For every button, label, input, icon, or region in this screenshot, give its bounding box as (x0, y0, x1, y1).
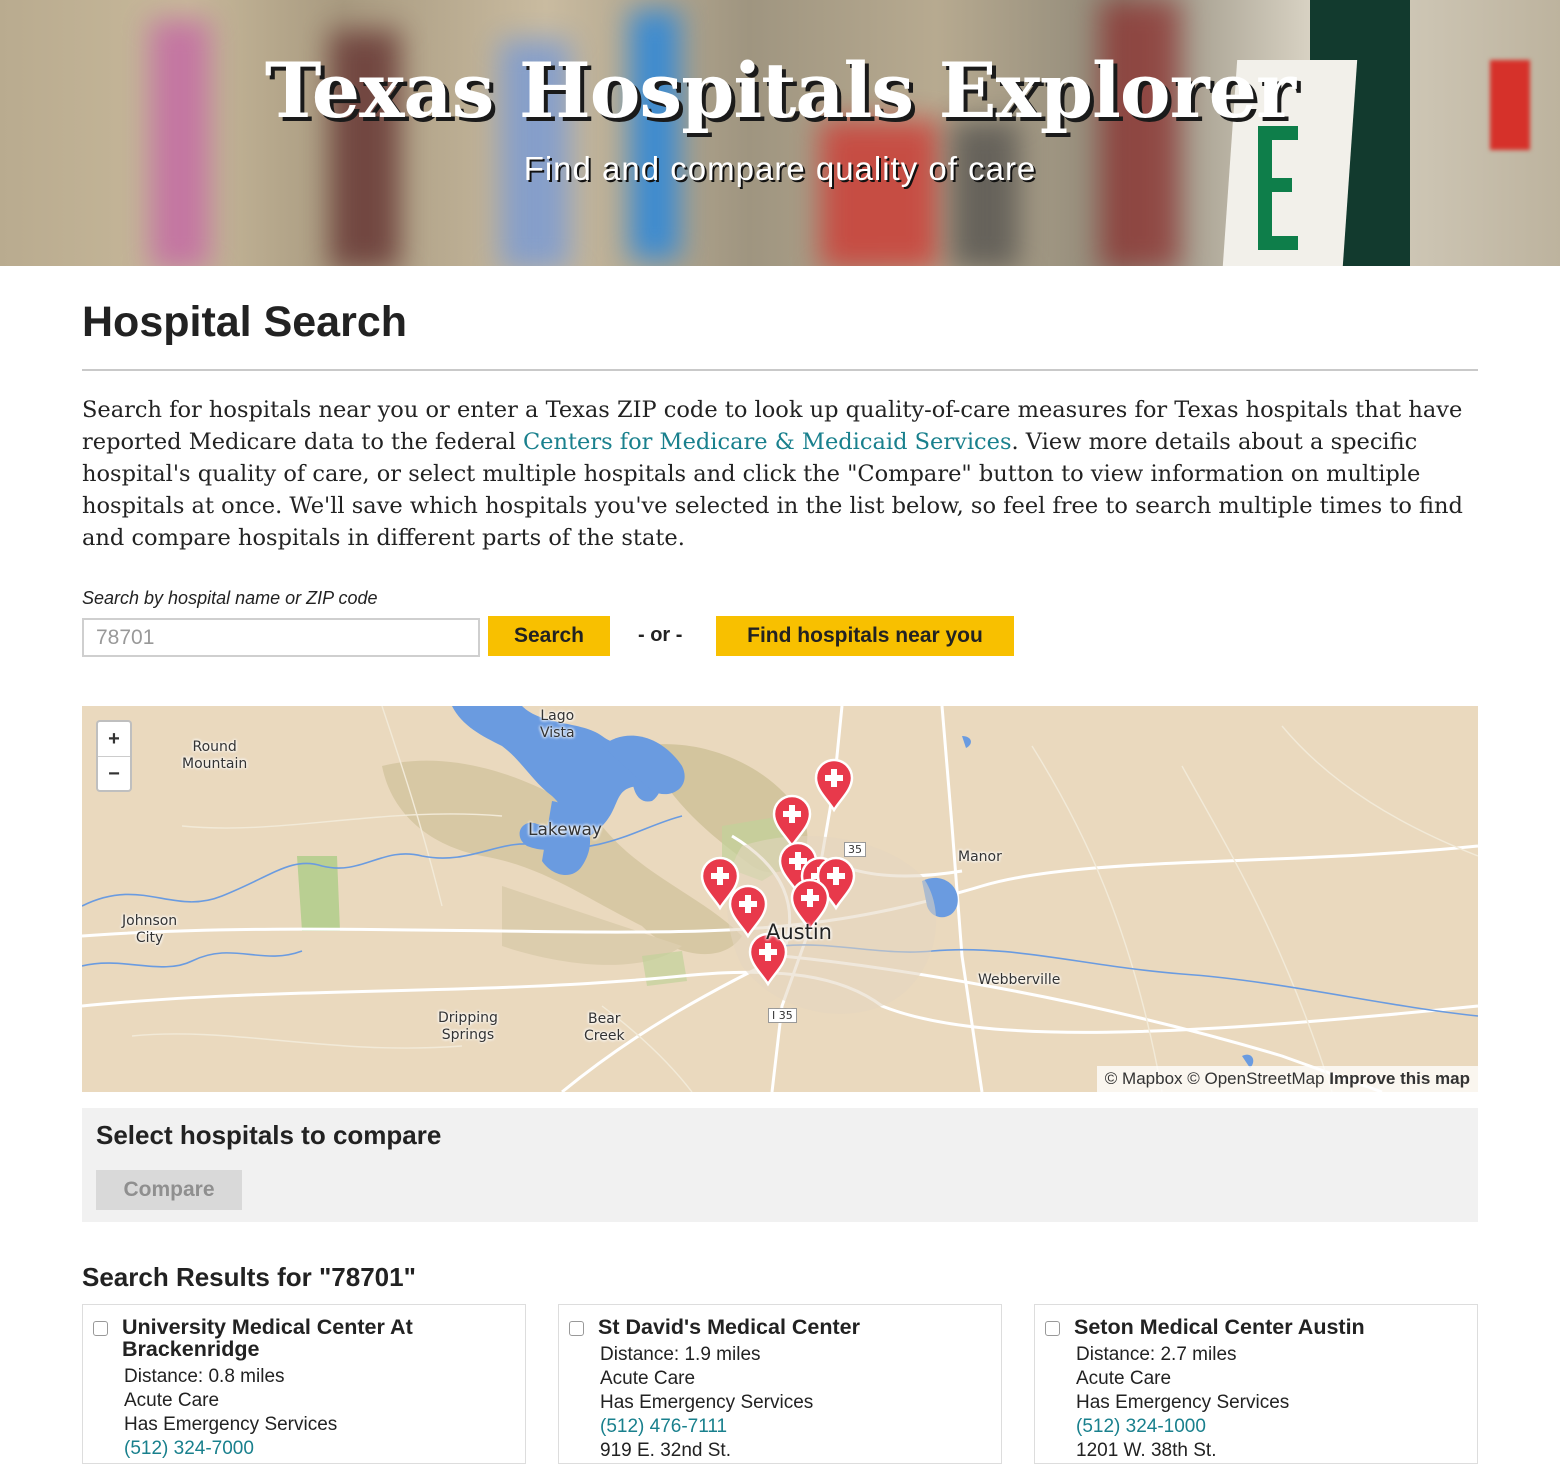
hospital-card: St David's Medical Center Distance: 1.9 … (558, 1304, 1002, 1464)
highway-shield-i35: 35 (844, 842, 866, 857)
compare-title: Select hospitals to compare (96, 1120, 442, 1150)
hospital-type: Acute Care (1076, 1368, 1172, 1389)
park-area (642, 951, 687, 986)
place-label-manor: Manor (958, 849, 1002, 865)
hero-background-shape (950, 120, 1020, 266)
hospital-type: Acute Care (124, 1390, 220, 1411)
hospital-select-checkbox[interactable] (569, 1321, 584, 1336)
search-label: Search by hospital name or ZIP code (82, 588, 378, 608)
search-input[interactable] (82, 618, 480, 657)
hospital-address: 1201 W. 38th St. (1076, 1440, 1217, 1461)
place-label-text: Bear Creek (584, 1011, 625, 1044)
hospital-select-checkbox[interactable] (1045, 1321, 1060, 1336)
zoom-out-button[interactable]: − (98, 756, 130, 791)
hospital-select-checkbox[interactable] (93, 1321, 108, 1336)
site-subtitle: Find and compare quality of care (523, 150, 1037, 187)
hospital-card: University Medical Center At Brackenridg… (82, 1304, 526, 1464)
hospital-distance: Distance: 1.9 miles (600, 1344, 761, 1365)
place-label-round-mountain: Round Mountain (182, 739, 247, 773)
hero-background-shape (820, 120, 940, 266)
hospital-name[interactable]: Seton Medical Center Austin (1074, 1316, 1454, 1338)
hospital-address: 919 E. 32nd St. (600, 1440, 731, 1461)
attribution-text: © Mapbox © OpenStreetMap (1104, 1069, 1330, 1088)
hospital-emergency: Has Emergency Services (124, 1414, 338, 1435)
map-canvas (82, 706, 1478, 1092)
intro-paragraph: Search for hospitals near you or enter a… (82, 394, 1478, 554)
hospital-type: Acute Care (600, 1368, 696, 1389)
hospital-phone-link[interactable]: (512) 324-1000 (1076, 1415, 1289, 1439)
hospital-marker[interactable] (814, 758, 854, 813)
place-label-text: Johnson City (122, 913, 178, 946)
place-label-austin: Austin (766, 920, 832, 944)
highway-shield-i35: I 35 (768, 1008, 797, 1023)
hero-banner: Texas Hospitals Explorer Find and compar… (0, 0, 1560, 266)
or-separator: - or - (638, 624, 683, 646)
find-near-button[interactable]: Find hospitals near you (716, 616, 1014, 656)
place-label-dripping-springs: Dripping Springs (438, 1010, 498, 1044)
hospital-phone-link[interactable]: (512) 476-7111 (600, 1415, 813, 1439)
place-label-text: Round Mountain (182, 739, 248, 772)
hospital-map[interactable]: + − Lago Vista Round Mountain Lakeway Ma… (82, 706, 1478, 1092)
place-label-text: Lago Vista (540, 708, 575, 741)
improve-map-link[interactable]: Improve this map (1329, 1069, 1470, 1088)
compare-button[interactable]: Compare (96, 1170, 242, 1210)
place-label-text: Dripping Springs (438, 1010, 498, 1043)
hospital-emergency: Has Emergency Services (1076, 1392, 1290, 1413)
zoom-in-button[interactable]: + (98, 722, 130, 756)
place-label-lago-vista: Lago Vista (540, 708, 575, 742)
page-title: Hospital Search (82, 298, 407, 346)
hospital-details: Distance: 1.9 miles Acute Care Has Emerg… (600, 1343, 813, 1463)
place-label-johnson-city: Johnson City (122, 913, 177, 947)
cms-link[interactable]: Centers for Medicare & Medicaid Services (523, 429, 1012, 455)
hospital-details: Distance: 0.8 miles Acute Care Has Emerg… (124, 1365, 337, 1461)
hospital-distance: Distance: 2.7 miles (1076, 1344, 1237, 1365)
hospital-phone-link[interactable]: (512) 324-7000 (124, 1437, 337, 1461)
results-title: Search Results for "78701" (82, 1262, 416, 1292)
small-lake (962, 736, 971, 748)
hospital-emergency: Has Emergency Services (600, 1392, 814, 1413)
place-label-bear-creek: Bear Creek (584, 1011, 625, 1045)
compare-panel: Select hospitals to compare Compare (82, 1108, 1478, 1222)
place-label-lakeway: Lakeway (528, 820, 602, 840)
search-button[interactable]: Search (488, 616, 610, 656)
hospital-card: Seton Medical Center Austin Distance: 2.… (1034, 1304, 1478, 1464)
hospital-details: Distance: 2.7 miles Acute Care Has Emerg… (1076, 1343, 1289, 1463)
hospital-name[interactable]: St David's Medical Center (598, 1316, 978, 1338)
hospital-name[interactable]: University Medical Center At Brackenridg… (122, 1316, 502, 1360)
hospital-distance: Distance: 0.8 miles (124, 1366, 285, 1387)
divider (82, 369, 1478, 371)
map-attribution: © Mapbox © OpenStreetMap Improve this ma… (1096, 1066, 1478, 1092)
zoom-control: + − (96, 720, 132, 792)
place-label-webberville: Webberville (978, 972, 1061, 988)
hero-background-shape (1258, 126, 1298, 250)
site-title: Texas Hospitals Explorer (264, 46, 1296, 135)
